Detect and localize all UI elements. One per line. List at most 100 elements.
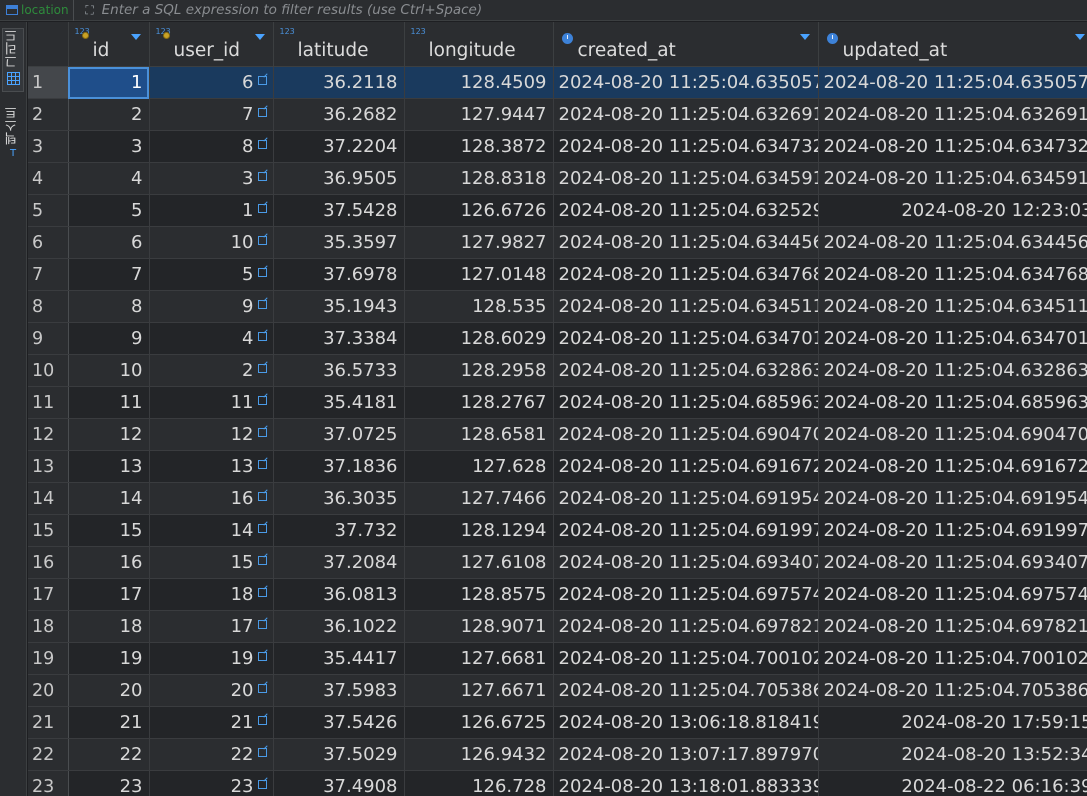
cell-updated-at[interactable]: 2024-08-22 06:16:39 (818, 770, 1087, 796)
table-row[interactable]: 12 12 12 37.0725 128.6581 2024-08-20 11:25:04… (28, 418, 1087, 451)
cell-id[interactable]: 1 (68, 66, 150, 99)
cell-latitude[interactable]: 37.3384 (273, 322, 405, 355)
foreign-key-link-icon[interactable] (257, 76, 267, 85)
row-number[interactable]: 11 (28, 386, 69, 419)
foreign-key-link-icon[interactable] (257, 428, 267, 437)
table-row[interactable]: 2 2 7 36.2682 127.9447 2024-08-20 11:25:04.63… (28, 98, 1087, 131)
cell-user-id[interactable]: 14 (149, 514, 274, 547)
sort-filter-icon[interactable] (254, 34, 265, 40)
cell-longitude[interactable]: 128.9071 (404, 610, 554, 643)
cell-id[interactable]: 22 (68, 738, 150, 771)
cell-user-id[interactable]: 9 (149, 290, 274, 323)
cell-id[interactable]: 9 (68, 322, 150, 355)
cell-updated-at[interactable]: 2024-08-20 11:25:04.634732 (818, 130, 1087, 163)
cell-user-id[interactable]: 3 (149, 162, 274, 195)
cell-user-id[interactable]: 10 (149, 226, 274, 259)
cell-created-at[interactable]: 2024-08-20 11:25:04.632863 (553, 354, 819, 387)
cell-id[interactable]: 23 (68, 770, 150, 796)
column-header-created-at[interactable]: created_at (553, 22, 819, 67)
cell-longitude[interactable]: 126.728 (404, 770, 554, 796)
cell-id[interactable]: 4 (68, 162, 150, 195)
sort-filter-icon[interactable] (799, 34, 810, 40)
cell-id[interactable]: 10 (68, 354, 150, 387)
cell-latitude[interactable]: 36.0813 (273, 578, 405, 611)
cell-longitude[interactable]: 128.6581 (404, 418, 554, 451)
foreign-key-link-icon[interactable] (257, 588, 267, 597)
table-row[interactable]: 9 9 4 37.3384 128.6029 2024-08-20 11:25:04.63… (28, 322, 1087, 355)
table-row[interactable]: 17 17 18 36.0813 128.8575 2024-08-20 11:25:04… (28, 578, 1087, 611)
cell-id[interactable]: 20 (68, 674, 150, 707)
foreign-key-link-icon[interactable] (257, 268, 267, 277)
row-number[interactable]: 20 (28, 674, 69, 707)
cell-latitude[interactable]: 35.3597 (273, 226, 405, 259)
cell-id[interactable]: 21 (68, 706, 150, 739)
foreign-key-link-icon[interactable] (257, 108, 267, 117)
cell-longitude[interactable]: 128.3872 (404, 130, 554, 163)
cell-id[interactable]: 5 (68, 194, 150, 227)
cell-id[interactable]: 19 (68, 642, 150, 675)
corner-cell[interactable] (28, 22, 69, 67)
cell-id[interactable]: 16 (68, 546, 150, 579)
cell-longitude[interactable]: 128.8575 (404, 578, 554, 611)
cell-latitude[interactable]: 37.1836 (273, 450, 405, 483)
foreign-key-link-icon[interactable] (257, 204, 267, 213)
cell-longitude[interactable]: 126.6725 (404, 706, 554, 739)
foreign-key-link-icon[interactable] (257, 300, 267, 309)
cell-created-at[interactable]: 2024-08-20 11:25:04.632529 (553, 194, 819, 227)
cell-longitude[interactable]: 127.0148 (404, 258, 554, 291)
cell-created-at[interactable]: 2024-08-20 11:25:04.705386 (553, 674, 819, 707)
cell-user-id[interactable]: 12 (149, 418, 274, 451)
table-row[interactable]: 22 22 22 37.5029 126.9432 2024-08-20 13:07:17… (28, 738, 1087, 771)
row-number[interactable]: 23 (28, 770, 69, 796)
cell-updated-at[interactable]: 2024-08-20 11:25:04.705386 (818, 674, 1087, 707)
cell-created-at[interactable]: 2024-08-20 11:25:04.697821 (553, 610, 819, 643)
cell-updated-at[interactable]: 2024-08-20 11:25:04.700102 (818, 642, 1087, 675)
row-number[interactable]: 21 (28, 706, 69, 739)
foreign-key-link-icon[interactable] (257, 396, 267, 405)
cell-created-at[interactable]: 2024-08-20 11:25:04.691997 (553, 514, 819, 547)
cell-latitude[interactable]: 35.4181 (273, 386, 405, 419)
cell-created-at[interactable]: 2024-08-20 13:06:18.818419 (553, 706, 819, 739)
sort-filter-icon[interactable] (1074, 34, 1085, 40)
foreign-key-link-icon[interactable] (257, 524, 267, 533)
cell-created-at[interactable]: 2024-08-20 11:25:04.691672 (553, 450, 819, 483)
table-row[interactable]: 5 5 1 37.5428 126.6726 2024-08-20 11:25:04.63… (28, 194, 1087, 227)
cell-updated-at[interactable]: 2024-08-20 11:25:04.634511 (818, 290, 1087, 323)
cell-created-at[interactable]: 2024-08-20 13:07:17.897970 (553, 738, 819, 771)
cell-latitude[interactable]: 37.2084 (273, 546, 405, 579)
cell-latitude[interactable]: 37.732 (273, 514, 405, 547)
cell-created-at[interactable]: 2024-08-20 11:25:04.691954 (553, 482, 819, 515)
cell-user-id[interactable]: 22 (149, 738, 274, 771)
table-row[interactable]: 14 14 16 36.3035 127.7466 2024-08-20 11:25:04… (28, 482, 1087, 515)
cell-id[interactable]: 6 (68, 226, 150, 259)
cell-longitude[interactable]: 128.6029 (404, 322, 554, 355)
cell-updated-at[interactable]: 2024-08-20 11:25:04.691672 (818, 450, 1087, 483)
table-row[interactable]: 3 3 8 37.2204 128.3872 2024-08-20 11:25:04.63… (28, 130, 1087, 163)
tab-text[interactable]: 텍스트 T (2, 106, 24, 159)
foreign-key-link-icon[interactable] (257, 716, 267, 725)
cell-latitude[interactable]: 37.5029 (273, 738, 405, 771)
cell-updated-at[interactable]: 2024-08-20 11:25:04.632863 (818, 354, 1087, 387)
cell-user-id[interactable]: 11 (149, 386, 274, 419)
row-number[interactable]: 8 (28, 290, 69, 323)
cell-longitude[interactable]: 126.6726 (404, 194, 554, 227)
cell-id[interactable]: 11 (68, 386, 150, 419)
cell-longitude[interactable]: 128.535 (404, 290, 554, 323)
table-row[interactable]: 15 15 14 37.732 128.1294 2024-08-20 11:25:04.… (28, 514, 1087, 547)
cell-updated-at[interactable]: 2024-08-20 11:25:04.691954 (818, 482, 1087, 515)
table-row[interactable]: 4 4 3 36.9505 128.8318 2024-08-20 11:25:04.63… (28, 162, 1087, 195)
cell-id[interactable]: 8 (68, 290, 150, 323)
cell-created-at[interactable]: 2024-08-20 11:25:04.634768 (553, 258, 819, 291)
cell-updated-at[interactable]: 2024-08-20 11:25:04.697821 (818, 610, 1087, 643)
cell-user-id[interactable]: 20 (149, 674, 274, 707)
row-number[interactable]: 3 (28, 130, 69, 163)
table-row[interactable]: 8 8 9 35.1943 128.535 2024-08-20 11:25:04.634… (28, 290, 1087, 323)
cell-updated-at[interactable]: 2024-08-20 11:25:04.634456 (818, 226, 1087, 259)
cell-updated-at[interactable]: 2024-08-20 11:25:04.632691 (818, 98, 1087, 131)
cell-created-at[interactable]: 2024-08-20 11:25:04.685963 (553, 386, 819, 419)
foreign-key-link-icon[interactable] (257, 332, 267, 341)
cell-created-at[interactable]: 2024-08-20 11:25:04.634511 (553, 290, 819, 323)
cell-user-id[interactable]: 5 (149, 258, 274, 291)
table-row[interactable]: 23 23 23 37.4908 126.728 2024-08-20 13:18:01.… (28, 770, 1087, 796)
cell-id[interactable]: 18 (68, 610, 150, 643)
